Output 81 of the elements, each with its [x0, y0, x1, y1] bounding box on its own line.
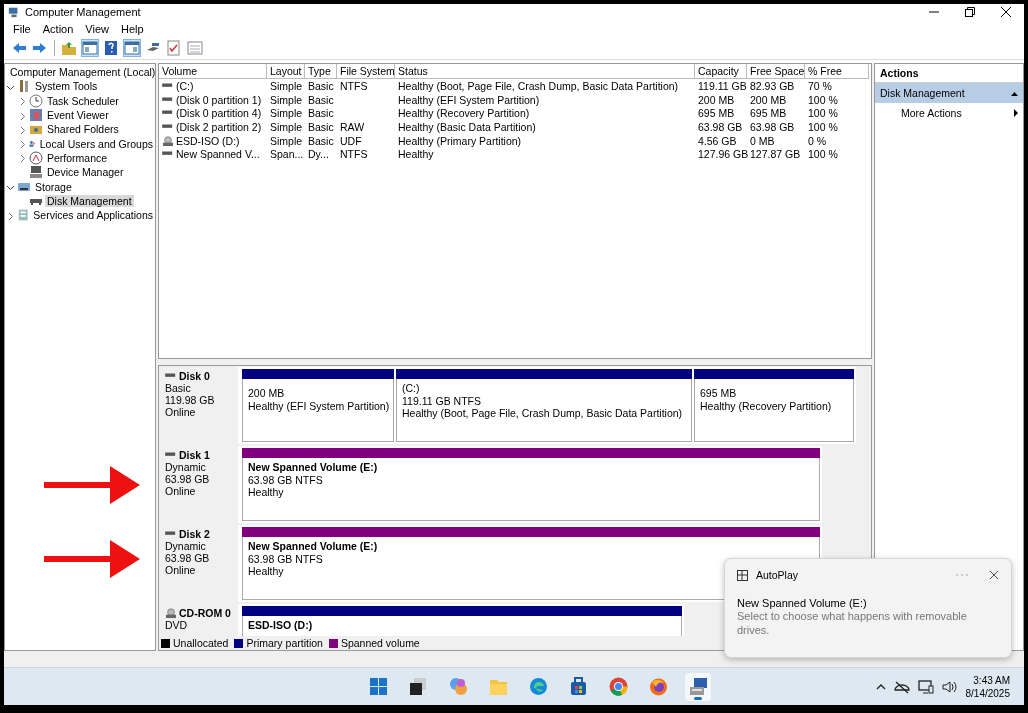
partition-title: ESD-ISO (D:)	[248, 619, 313, 632]
table-cell: Basic	[308, 134, 334, 147]
table-cell: NTFS	[340, 79, 368, 92]
disk-detail: Dynamic	[165, 540, 207, 552]
legend-label: Spanned volume	[340, 637, 420, 649]
disk-detail: Online	[165, 564, 197, 576]
disk-detail: Online	[165, 485, 197, 497]
table-cell: Basic	[308, 93, 334, 106]
table-cell: UDF	[340, 134, 362, 147]
table-cell: Simple	[270, 79, 303, 92]
legend-label: Unallocated	[173, 637, 229, 649]
table-cell: RAW	[340, 120, 365, 133]
disk-detail: 119.98 GB	[165, 394, 216, 406]
table-cell: 100 %	[808, 107, 838, 120]
disk-detail: 63.98 GB	[165, 552, 211, 564]
partition-detail: 63.98 GB NTFS	[248, 473, 323, 486]
notification-app: AutoPlay	[756, 569, 799, 581]
table-cell: Healthy (EFI System Partition)	[398, 93, 540, 106]
table-cell: Span...	[270, 148, 304, 161]
disk-name: Disk 0	[179, 370, 210, 382]
table-cell: 127.96 GB	[698, 148, 749, 161]
legend-label: Primary partition	[246, 637, 323, 649]
table-cell: Basic	[308, 79, 334, 92]
partition-detail: 200 MB	[248, 387, 285, 400]
partition-title: New Spanned Volume (E:)	[248, 461, 378, 474]
partition-detail: Healthy	[248, 486, 284, 499]
disk-detail: Online	[165, 406, 197, 418]
partition-detail: Healthy	[248, 565, 284, 578]
partition-detail: 119.11 GB NTFS	[402, 394, 481, 407]
table-cell: 127.87 GB	[750, 148, 801, 161]
partition-detail: Healthy (Recovery Partition)	[700, 399, 832, 412]
table-cell: 200 MB	[698, 93, 735, 106]
disk-name: CD-ROM 0	[179, 607, 231, 619]
partition-title: New Spanned Volume (E:)	[248, 540, 378, 553]
table-cell: 63.98 GB	[750, 120, 795, 133]
notification-title: New Spanned Volume (E:)	[737, 597, 868, 609]
notification-text: Select to choose what happens with removable drives.	[737, 609, 968, 637]
table-cell: Simple	[270, 120, 303, 133]
table-cell: 695 MB	[750, 107, 787, 120]
table-cell: 100 %	[808, 148, 838, 161]
disk-detail: 63.98 GB	[165, 473, 211, 485]
table-cell: Simple	[270, 107, 303, 120]
disk-detail: Basic	[165, 382, 192, 394]
table-cell: NTFS	[340, 148, 368, 161]
partition-detail: 63.98 GB NTFS	[248, 552, 323, 565]
partition-detail: Healthy (EFI System Partition)	[248, 399, 390, 412]
disk-detail: DVD	[165, 619, 189, 631]
table-cell: Healthy (Boot, Page File, Crash Dump, Basic Data Partition)	[398, 79, 679, 92]
partition-detail: Healthy (Boot, Page File, Crash Dump, Basic Data Partition)	[402, 407, 683, 420]
table-cell: Basic	[308, 120, 334, 133]
table-cell: (Disk 0 partition 1)	[176, 93, 262, 106]
table-cell: 70 %	[808, 79, 832, 92]
window-title: Computer Management	[25, 6, 141, 18]
table-cell: 695 MB	[698, 107, 735, 120]
table-cell: New Spanned V...	[176, 148, 260, 161]
table-cell: 0 MB	[750, 134, 775, 147]
table-cell: Basic	[308, 107, 334, 120]
table-cell: ESD-ISO (D:)	[176, 134, 240, 147]
table-cell: (C:)	[176, 79, 194, 92]
table-cell: 119.11 GB	[698, 79, 747, 92]
table-cell: 4.56 GB	[698, 134, 737, 147]
partition-detail: (C:)	[402, 382, 420, 395]
partition-detail: 695 MB	[700, 387, 737, 400]
table-cell: Healthy (Primary Partition)	[398, 134, 522, 147]
table-cell: 82.93 GB	[750, 79, 795, 92]
table-cell: (Disk 0 partition 4)	[176, 107, 262, 120]
table-cell: 63.98 GB	[698, 120, 743, 133]
disk-name: Disk 2	[179, 528, 210, 540]
table-cell: 100 %	[808, 93, 838, 106]
disk-detail: Dynamic	[165, 461, 207, 473]
disk-name: Disk 1	[179, 449, 210, 461]
table-cell: Simple	[270, 93, 303, 106]
table-cell: Healthy (Recovery Partition)	[398, 107, 530, 120]
table-cell: Dy...	[308, 148, 329, 161]
table-cell: Healthy (Basic Data Partition)	[398, 120, 536, 133]
table-cell: Simple	[270, 134, 303, 147]
table-cell: Healthy	[398, 148, 434, 161]
table-cell: 0 %	[808, 134, 827, 147]
table-cell: (Disk 2 partition 2)	[176, 120, 262, 133]
table-cell: 200 MB	[750, 93, 787, 106]
table-cell: 100 %	[808, 120, 838, 133]
